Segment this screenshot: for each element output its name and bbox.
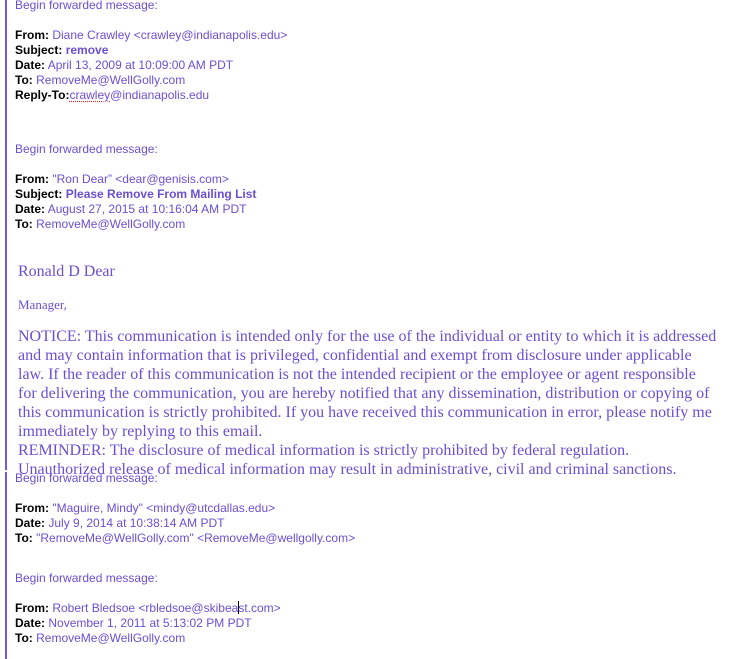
forwarded-message-3: Begin forwarded message: From: "Maguire,… <box>15 471 729 546</box>
from-value[interactable]: Diane Crawley <crawley@indianapolis.edu> <box>52 28 287 42</box>
subject-label: Subject: <box>15 187 63 201</box>
date-value: November 1, 2011 at 5:13:02 PM PDT <box>48 616 252 630</box>
signature-name: Ronald D Dear <box>18 263 115 280</box>
legal-notice: NOTICE: This communication is intended o… <box>18 327 725 479</box>
quote-bar <box>5 0 7 470</box>
from-label: From: <box>15 501 49 515</box>
from-value[interactable]: Robert Bledsoe <rbledsoe@skibeast.com> <box>52 601 281 615</box>
subject-header: Subject: Please Remove From Mailing List <box>15 187 729 202</box>
subject-value: Please Remove From Mailing List <box>65 187 257 201</box>
to-label: To: <box>15 531 33 545</box>
to-label: To: <box>15 631 33 645</box>
date-value: April 13, 2009 at 10:09:00 AM PDT <box>47 58 234 72</box>
from-header: From: Robert Bledsoe <rbledsoe@skibeast.… <box>15 601 729 616</box>
from-label: From: <box>15 28 49 42</box>
to-header: To: RemoveMe@WellGolly.com <box>15 631 729 646</box>
from-header: From: Diane Crawley <crawley@indianapoli… <box>15 28 729 43</box>
subject-value: remove <box>65 43 109 57</box>
date-value: August 27, 2015 at 10:16:04 AM PDT <box>47 202 247 216</box>
begin-forwarded-label: Begin forwarded message: <box>15 571 158 585</box>
reminder-line: REMINDER: The disclosure of medical info… <box>18 442 630 459</box>
notice-line: law. If the reader of this communication… <box>18 366 696 383</box>
reply-to-value[interactable]: @indianapolis.edu <box>110 88 209 102</box>
notice-line: and may contain information that is priv… <box>18 347 692 364</box>
to-header: To: RemoveMe@WellGolly.com <box>15 73 729 88</box>
forwarded-message-1: Begin forwarded message: From: Diane Cra… <box>15 0 729 103</box>
date-value: July 9, 2014 at 10:38:14 AM PDT <box>48 516 225 530</box>
to-label: To: <box>15 217 33 231</box>
date-label: Date: <box>15 58 46 72</box>
to-value[interactable]: RemoveMe@WellGolly.com <box>36 73 185 87</box>
date-header: Date: April 13, 2009 at 10:09:00 AM PDT <box>15 58 729 73</box>
from-label: From: <box>15 172 49 186</box>
to-value[interactable]: RemoveMe@WellGolly.com <box>36 217 185 231</box>
notice-line: this communication is strictly prohibite… <box>18 404 712 421</box>
from-value-part: st.com> <box>238 601 281 615</box>
from-value[interactable]: "Maguire, Mindy" <mindy@utcdallas.edu> <box>52 501 275 515</box>
notice-line: NOTICE: This communication is intended o… <box>18 328 717 345</box>
begin-forwarded-label: Begin forwarded message: <box>15 0 158 12</box>
misspelled-word[interactable]: crawley <box>69 88 110 102</box>
reply-to-header: Reply-To:crawley@indianapolis.edu <box>15 88 729 103</box>
forwarded-message-4: Begin forwarded message: From: Robert Bl… <box>15 571 729 646</box>
begin-forwarded-label: Begin forwarded message: <box>15 142 158 156</box>
from-label: From: <box>15 601 49 615</box>
date-label: Date: <box>15 616 46 630</box>
begin-forwarded-label: Begin forwarded message: <box>15 471 158 485</box>
reply-to-label: Reply-To: <box>15 88 70 102</box>
to-header: To: "RemoveMe@WellGolly.com" <RemoveMe@w… <box>15 531 729 546</box>
to-header: To: RemoveMe@WellGolly.com <box>15 217 729 232</box>
to-value[interactable]: RemoveMe@WellGolly.com <box>36 631 185 645</box>
forwarded-message-2: Begin forwarded message: From: "Ron Dear… <box>15 142 729 232</box>
notice-line: for delivering the communication, you ar… <box>18 385 710 402</box>
from-header: From: "Ron Dear” <dear@genisis.com> <box>15 172 729 187</box>
date-header: Date: July 9, 2014 at 10:38:14 AM PDT <box>15 516 729 531</box>
quote-bar <box>5 472 7 659</box>
to-value[interactable]: "RemoveMe@WellGolly.com" <RemoveMe@wellg… <box>36 531 355 545</box>
from-value[interactable]: "Ron Dear” <dear@genisis.com> <box>52 172 229 186</box>
subject-header: Subject: remove <box>15 43 729 58</box>
from-value-part: Robert Bledsoe <rbledsoe@skibea <box>52 601 239 615</box>
subject-label: Subject: <box>15 43 63 57</box>
date-label: Date: <box>15 516 46 530</box>
notice-line: immediately by replying to this email. <box>18 423 263 440</box>
to-label: To: <box>15 73 33 87</box>
date-header: Date: November 1, 2011 at 5:13:02 PM PDT <box>15 616 729 631</box>
date-header: Date: August 27, 2015 at 10:16:04 AM PDT <box>15 202 729 217</box>
from-header: From: "Maguire, Mindy" <mindy@utcdallas.… <box>15 501 729 516</box>
signature-title: Manager, <box>18 297 67 312</box>
date-label: Date: <box>15 202 46 216</box>
